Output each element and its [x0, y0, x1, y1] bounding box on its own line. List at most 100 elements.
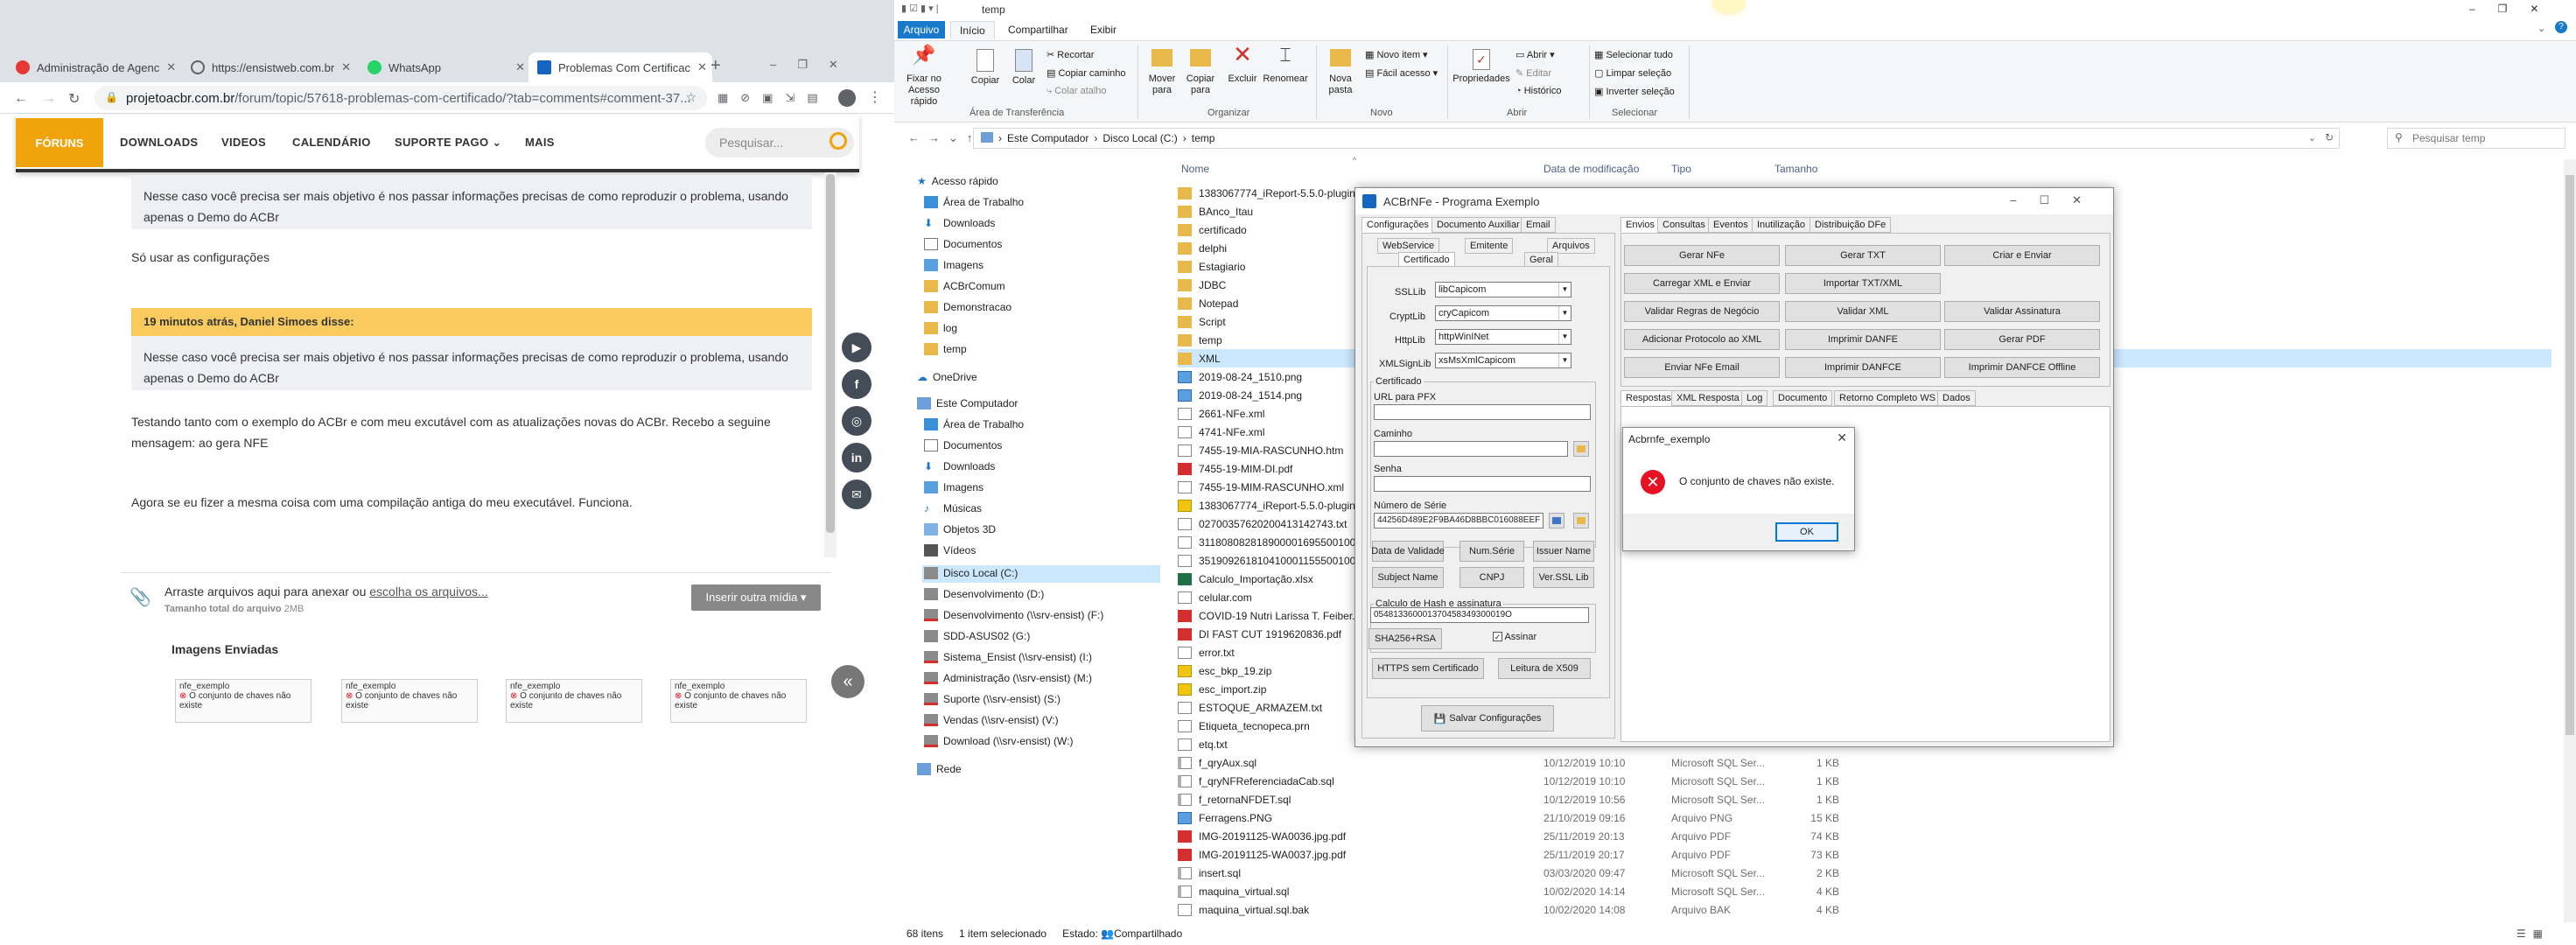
copy-to-button[interactable]: Copiar para [1181, 49, 1220, 96]
hash-input[interactable]: 054813360001370458349300019O [1370, 607, 1589, 623]
linkedin-icon[interactable]: in [842, 443, 872, 472]
nav-documents-2[interactable]: Documentos [924, 439, 1002, 452]
nav-acbrcomum[interactable]: ACBrComum [924, 280, 1005, 292]
uploaded-thumbnail[interactable]: nfe_exemplo ⊗ O conjunto de chaves não ex… [175, 679, 312, 723]
nav-drive-f[interactable]: Desenvolvimento (\\srv-ensist) (F:) [924, 609, 1103, 621]
pfx-url-input[interactable] [1374, 404, 1591, 420]
file-row[interactable]: Ferragens.PNG 21/10/2019 09:16 Arquivo PNG… [1178, 808, 2552, 827]
file-row[interactable]: IMG-20191125-WA0036.jpg.pdf 25/11/2019 20… [1178, 827, 2552, 845]
window-controls[interactable]: –❐✕ [2469, 3, 2562, 15]
select-none-button[interactable]: ▢ Limpar seleção [1594, 67, 1671, 79]
file-row[interactable]: IMG-20191125-WA0037.jpg.pdf 25/11/2019 20… [1178, 845, 2552, 864]
qat-icons[interactable]: ▮ ☑ ▮ ▾ | [901, 3, 939, 14]
nav-downloads[interactable]: DOWNLOADS [120, 136, 198, 149]
close-icon[interactable]: ✕ [697, 60, 707, 74]
browse-folder-button[interactable] [1573, 441, 1589, 457]
select-cert-button[interactable] [1549, 513, 1564, 528]
envios-button[interactable]: Gerar TXT [1785, 245, 1941, 266]
nav-drive-v[interactable]: Vendas (\\srv-ensist) (V:) [924, 714, 1059, 726]
nav-drive-g[interactable]: SDD-ASUS02 (G:) [924, 630, 1030, 642]
tab-documento[interactable]: Documento [1773, 390, 1833, 406]
easy-access-button[interactable]: ▤ Fácil acesso ▾ [1365, 67, 1438, 79]
cryptlib-select[interactable]: cryCapicom ▼ [1435, 305, 1572, 321]
xmlsignlib-select[interactable]: xsMsXmlCapicom ▼ [1435, 353, 1572, 368]
envios-button[interactable]: Carregar XML e Enviar [1624, 273, 1780, 294]
edit-button[interactable]: ✎ Editar [1516, 67, 1551, 79]
tab-envios[interactable]: Envios [1620, 217, 1661, 233]
breadcrumb-item[interactable]: Disco Local (C:) [1102, 132, 1177, 144]
file-row[interactable]: f_qryAux.sql 10/12/2019 10:10 Microsoft SQ… [1178, 753, 2552, 772]
open-button[interactable]: ▭ Abrir ▾ [1516, 49, 1555, 60]
explorer-search-input[interactable]: ⚲ Pesquisar temp [2387, 128, 2566, 149]
browse-cert-button[interactable] [1573, 513, 1589, 528]
uploaded-thumbnail[interactable]: nfe_exemplo ⊗ O conjunto de chaves não ex… [506, 679, 642, 723]
tab-xml-resposta[interactable]: XML Resposta [1671, 390, 1745, 406]
chevron-down-icon[interactable]: ⌄ [2538, 23, 2545, 34]
post-scrollbar-thumb[interactable] [826, 174, 835, 533]
close-icon[interactable]: ✕ [341, 60, 351, 74]
envios-button[interactable]: Validar Regras de Negócio [1624, 301, 1780, 322]
file-row[interactable]: maquina_virtual.sql.bak 10/02/2020 14:08 A… [1178, 900, 2552, 919]
nav-temp[interactable]: temp [924, 343, 967, 355]
cnpj-button[interactable]: CNPJ [1460, 567, 1524, 588]
envios-button[interactable]: Imprimir DANFCE [1785, 357, 1941, 378]
nav-videos[interactable]: VIDEOS [221, 136, 266, 149]
nav-drive-w[interactable]: Download (\\srv-ensist) (W:) [924, 735, 1073, 747]
envios-button[interactable]: Imprimir DANFE [1785, 329, 1941, 350]
facebook-icon[interactable]: f [842, 369, 872, 399]
extension-icons[interactable]: ▦⊘▣⇲▤ [718, 91, 830, 105]
close-icon[interactable]: ✕ [515, 60, 525, 74]
tab-consultas[interactable]: Consultas [1657, 217, 1711, 233]
back-to-top-button[interactable]: « [831, 665, 864, 698]
invert-selection-button[interactable]: ▣ Inverter seleção [1594, 86, 1675, 97]
nav-network[interactable]: Rede [917, 763, 962, 775]
ssllib-select[interactable]: libCapicom ▼ [1435, 282, 1572, 298]
ribbon-tab-share[interactable]: Compartilhar [999, 21, 1077, 38]
window-controls[interactable]: –❐✕ [770, 58, 859, 72]
uploaded-thumbnail[interactable]: nfe_exemplo ⊗ O conjunto de chaves não ex… [670, 679, 807, 723]
forum-search-input[interactable]: Pesquisar... [705, 128, 854, 158]
tab-email[interactable]: Email [1521, 217, 1556, 233]
save-config-button[interactable]: 💾 Salvar Configurações [1421, 705, 1554, 732]
forward-icon[interactable]: → [42, 91, 56, 107]
insert-media-button[interactable]: Inserir outra mídia ▾ [691, 584, 821, 611]
envios-button[interactable]: Gerar PDF [1944, 329, 2100, 350]
envios-button[interactable]: Gerar NFe [1624, 245, 1780, 266]
nav-desktop-2[interactable]: Área de Trabalho [924, 418, 1024, 430]
history-button[interactable]: ◔ Histórico [1516, 86, 1562, 96]
delete-button[interactable]: ✕ Excluir [1223, 43, 1262, 85]
ribbon-tab-file[interactable]: Arquivo [898, 21, 945, 38]
cut-button[interactable]: ✂ Recortar [1046, 49, 1094, 60]
instagram-icon[interactable]: ◎ [842, 406, 872, 436]
reload-icon[interactable]: ↻ [68, 90, 80, 108]
help-icon[interactable]: ? [2555, 21, 2567, 33]
nav-quick-access[interactable]: ★ Acesso rápido [917, 175, 998, 187]
nav-images[interactable]: Imagens [924, 259, 984, 271]
ribbon-tab-view[interactable]: Exibir [1082, 21, 1125, 38]
envios-button[interactable]: Adicionar Protocolo ao XML [1624, 329, 1780, 350]
column-size[interactable]: Tamanho [1774, 163, 1817, 175]
tab-respostas[interactable]: Respostas [1620, 390, 1676, 406]
tab-eventos[interactable]: Eventos [1708, 217, 1754, 233]
paste-shortcut-button[interactable]: ⤷ Colar atalho [1046, 86, 1107, 97]
tab-log[interactable]: Log [1741, 390, 1768, 406]
star-icon[interactable]: ☆ [685, 90, 696, 105]
pin-quick-access-button[interactable]: 📌 Fixar no Acesso rápido [901, 46, 947, 108]
menu-dots-icon[interactable]: ⋮ [868, 88, 882, 106]
email-icon[interactable]: ✉ [842, 480, 872, 509]
back-icon[interactable]: ← [14, 91, 28, 107]
youtube-icon[interactable]: ▶ [842, 332, 872, 362]
tab-dados[interactable]: Dados [1937, 390, 1976, 406]
envios-button[interactable]: Importar TXT/XML [1785, 273, 1941, 294]
validity-button[interactable]: Data de Validade [1371, 541, 1445, 562]
view-toggle-icons[interactable]: ☰▦ [2516, 928, 2550, 940]
serial-input[interactable]: 44256D489E2F9BA46D8BBC016088EEF [1374, 513, 1544, 528]
nav-log[interactable]: log [924, 322, 957, 334]
file-row[interactable]: f_qryNFReferenciadaCab.sql 10/12/2019 10:… [1178, 772, 2552, 790]
search-icon[interactable] [830, 132, 847, 150]
tab-configuracoes[interactable]: Configurações [1362, 217, 1434, 233]
chevron-down-icon[interactable]: ⌄ [2308, 132, 2316, 144]
envios-button[interactable]: Criar e Enviar [1944, 245, 2100, 266]
envios-button[interactable]: Validar Assinatura [1944, 301, 2100, 322]
ssl-lib-button[interactable]: Ver.SSL Lib [1533, 567, 1594, 588]
